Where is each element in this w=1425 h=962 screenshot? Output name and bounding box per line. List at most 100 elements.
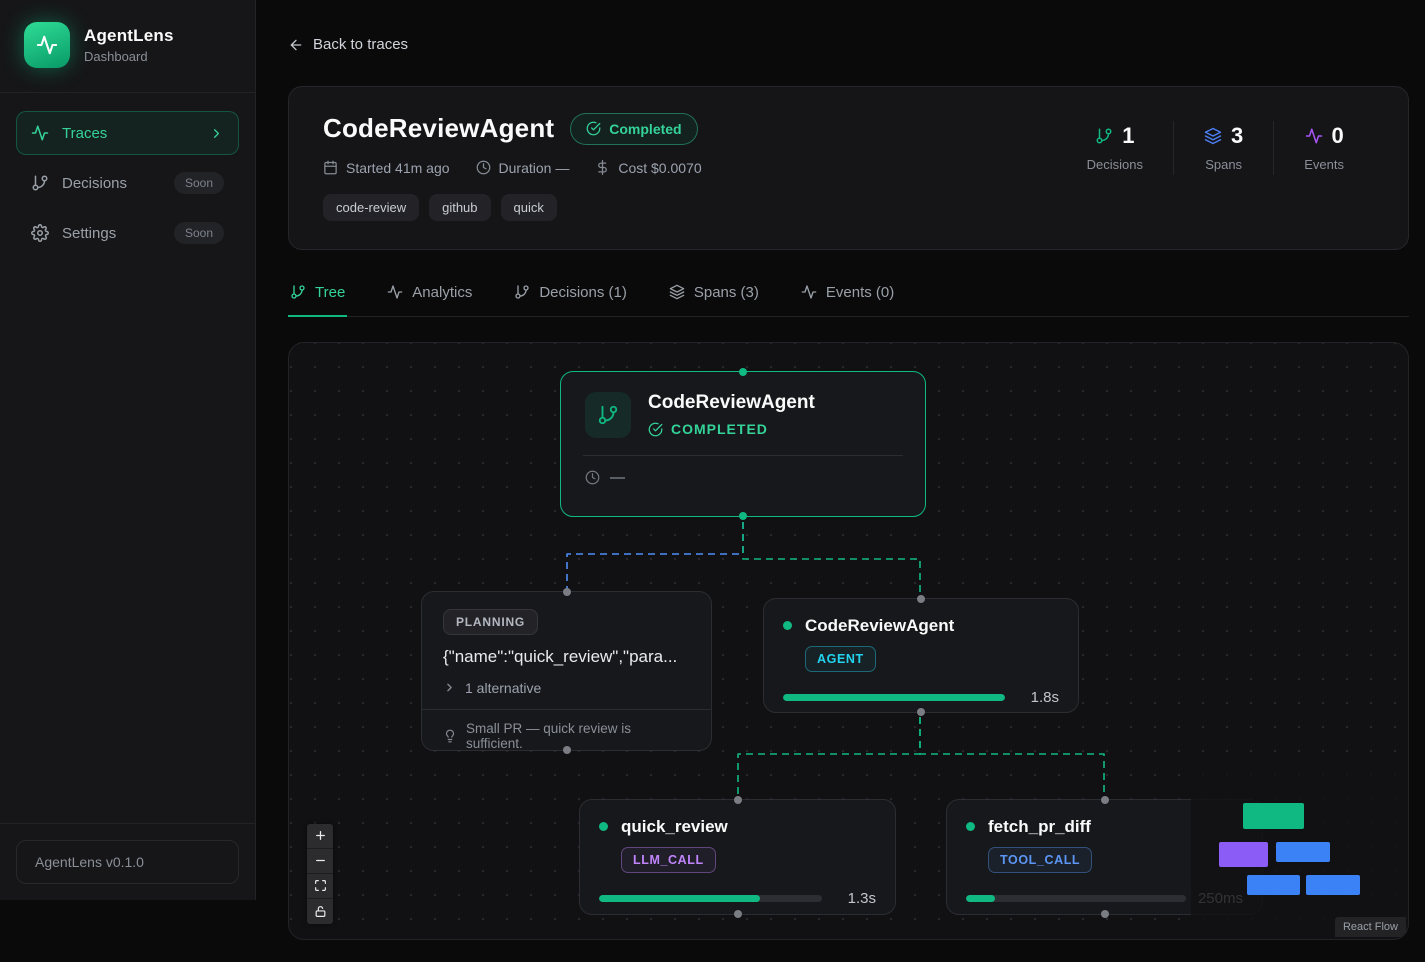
stat-spans: 3 Spans: [1174, 123, 1273, 172]
flow-canvas[interactable]: CodeReviewAgent COMPLETED — P: [288, 342, 1409, 940]
react-flow-attribution: React Flow: [1335, 917, 1406, 937]
git-branch-icon: [585, 392, 631, 438]
trace-cost: Cost $0.0070: [595, 160, 701, 176]
duration-bar: [599, 895, 822, 902]
status-dot: [599, 822, 608, 831]
edge-root-to-decision: [567, 522, 743, 589]
node-root-agent[interactable]: CodeReviewAgent COMPLETED —: [560, 371, 926, 517]
span-type-badge: AGENT: [805, 646, 876, 672]
sidebar-item-label: Decisions: [62, 175, 161, 192]
minimap-node-llm: [1247, 875, 1300, 895]
tag: github: [429, 194, 490, 221]
chevron-right-icon: [443, 681, 456, 694]
activity-icon: [801, 284, 817, 300]
status-dot: [783, 621, 792, 630]
node-handle: [739, 512, 747, 520]
trace-started: Started 41m ago: [323, 160, 450, 176]
stat-events: 0 Events: [1274, 123, 1374, 172]
brand: AgentLens Dashboard: [0, 0, 255, 92]
layers-icon: [669, 284, 685, 300]
layers-icon: [1204, 127, 1222, 145]
plus-icon: [314, 829, 327, 842]
gear-icon: [31, 224, 49, 242]
status-dot: [966, 822, 975, 831]
dollar-icon: [595, 160, 610, 175]
lightbulb-icon: [443, 729, 457, 743]
lock-button[interactable]: [307, 899, 333, 924]
lock-icon: [314, 905, 327, 918]
span-title: fetch_pr_diff: [988, 817, 1091, 837]
node-span-agent[interactable]: CodeReviewAgent AGENT 1.8s: [763, 598, 1079, 713]
status-badge: Completed: [570, 113, 697, 145]
node-span-quick-review[interactable]: quick_review LLM_CALL 1.3s: [579, 799, 896, 915]
decision-type-badge: PLANNING: [443, 609, 538, 635]
duration-bar: [966, 895, 1186, 902]
calendar-icon: [323, 160, 338, 175]
span-title: CodeReviewAgent: [805, 616, 954, 636]
sidebar-item-traces[interactable]: Traces: [16, 111, 239, 155]
zoom-in-button[interactable]: [307, 824, 333, 849]
stat-decisions: 1 Decisions: [1057, 123, 1173, 172]
clock-icon: [585, 470, 600, 485]
edge-root-to-agent: [743, 522, 920, 594]
tab-bar: Tree Analytics Decisions (1) Spans (3) E…: [288, 274, 1409, 317]
soon-badge: Soon: [174, 222, 224, 244]
span-duration: 1.3s: [834, 890, 876, 907]
trace-header-card: CodeReviewAgent Completed Started 41m ag…: [288, 86, 1409, 250]
node-handle: [734, 796, 742, 804]
app-logo-icon: [24, 22, 70, 68]
trace-tags: code-review github quick: [323, 194, 702, 221]
sidebar-divider: [0, 823, 255, 824]
span-title: quick_review: [621, 817, 728, 837]
trace-meta: Started 41m ago Duration — Cost $0.0070: [323, 160, 702, 176]
app-version: AgentLens v0.1.0: [16, 840, 239, 884]
sidebar-nav: Traces Decisions Soon Settings Soon: [0, 93, 255, 273]
minimap-node-decision: [1219, 842, 1268, 867]
edge-agent-to-llm: [738, 717, 920, 795]
sidebar: AgentLens Dashboard Traces Decisions Soo…: [0, 0, 256, 900]
span-duration: 1.8s: [1017, 689, 1059, 706]
flow-minimap[interactable]: [1191, 774, 1406, 921]
span-type-badge: LLM_CALL: [621, 847, 716, 873]
chevron-right-icon: [209, 126, 224, 141]
clock-icon: [476, 160, 491, 175]
activity-icon: [31, 124, 49, 142]
node-handle: [1101, 796, 1109, 804]
minimap-node-root: [1243, 803, 1304, 829]
root-node-duration: —: [585, 469, 901, 486]
tab-decisions[interactable]: Decisions (1): [512, 274, 629, 317]
minus-icon: [314, 854, 327, 867]
duration-bar: [783, 694, 1005, 701]
trace-duration: Duration —: [476, 160, 570, 176]
sidebar-item-label: Traces: [62, 125, 196, 142]
back-to-traces-link[interactable]: Back to traces: [288, 36, 408, 53]
git-branch-icon: [290, 284, 306, 300]
zoom-out-button[interactable]: [307, 849, 333, 874]
tab-tree[interactable]: Tree: [288, 274, 347, 317]
node-handle: [563, 588, 571, 596]
app-title: AgentLens: [84, 26, 174, 46]
node-handle: [917, 595, 925, 603]
decision-alternatives-toggle[interactable]: 1 alternative: [443, 680, 690, 696]
sidebar-item-label: Settings: [62, 225, 161, 242]
node-decision-planning[interactable]: PLANNING {"name":"quick_review","para...…: [421, 591, 712, 751]
tab-analytics[interactable]: Analytics: [385, 274, 474, 317]
sidebar-item-decisions[interactable]: Decisions Soon: [16, 161, 239, 205]
node-handle: [739, 368, 747, 376]
fit-view-button[interactable]: [307, 874, 333, 899]
trace-stats: 1 Decisions 3 Spans 0: [1057, 121, 1374, 175]
main-content: Back to traces CodeReviewAgent Completed…: [256, 0, 1425, 940]
trace-title: CodeReviewAgent: [323, 113, 554, 144]
root-node-title: CodeReviewAgent: [648, 392, 815, 414]
edge-agent-to-tool: [920, 717, 1104, 795]
app-subtitle: Dashboard: [84, 49, 174, 64]
tab-events[interactable]: Events (0): [799, 274, 896, 317]
node-handle: [1101, 910, 1109, 918]
tab-spans[interactable]: Spans (3): [667, 274, 761, 317]
git-branch-icon: [1095, 127, 1113, 145]
sidebar-item-settings[interactable]: Settings Soon: [16, 211, 239, 255]
node-handle: [563, 746, 571, 754]
flow-controls: [307, 824, 333, 924]
activity-icon: [387, 284, 403, 300]
root-node-status: COMPLETED: [648, 421, 815, 437]
